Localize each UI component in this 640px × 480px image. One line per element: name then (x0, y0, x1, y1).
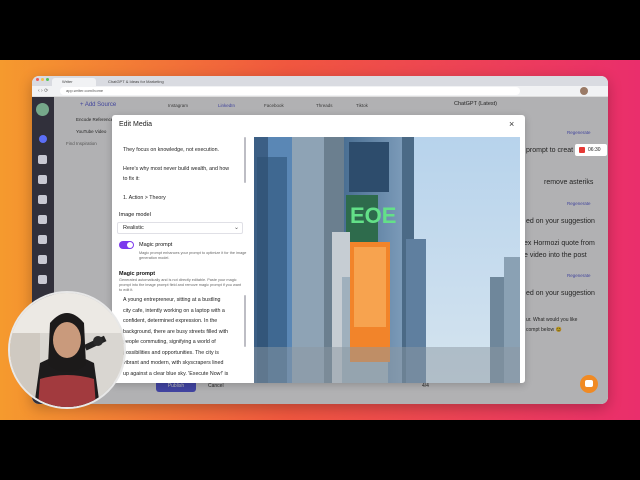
building-sign-text: EOE (350, 203, 396, 228)
magic-prompt-scrollbar[interactable] (244, 295, 246, 347)
magic-prompt-line: background, there are busy streets fille… (123, 328, 229, 335)
image-icon[interactable] (38, 235, 47, 244)
calendar-icon[interactable] (38, 215, 47, 224)
help-chat-button[interactable] (580, 375, 598, 393)
magic-prompt-toggle-label: Magic prompt (139, 242, 173, 248)
bot-icon[interactable] (38, 175, 47, 184)
image-model-value: Realistic (123, 225, 144, 231)
warning-icon[interactable] (38, 255, 47, 264)
address-bar-row: ‹ › ⟳ app.writer.com/home (32, 86, 608, 97)
magic-prompt-line: confident, determined expression. In the (123, 318, 218, 324)
caption-line: Here's why most never build wealth, and … (123, 166, 230, 172)
settings-icon[interactable] (38, 275, 47, 284)
webcam-bubble[interactable] (8, 291, 126, 409)
close-window-icon[interactable] (36, 78, 39, 81)
close-icon[interactable]: × (509, 119, 514, 129)
home-icon[interactable] (39, 135, 47, 143)
edit-media-dialog: Edit Media × They focus on knowledge, no… (112, 115, 525, 383)
app-logo-icon (36, 103, 49, 116)
magic-prompt-note: Generated automatically and is not direc… (119, 278, 241, 292)
browser-tab-0[interactable]: Writer (52, 78, 96, 86)
minimize-window-icon[interactable] (41, 78, 44, 81)
dialog-title: Edit Media (119, 121, 153, 128)
generated-image[interactable]: EOE (254, 137, 520, 383)
magic-prompt-line: people commuting, signifying a world of (123, 339, 216, 345)
caption-line: They focus on knowledge, not execution. (123, 147, 219, 153)
magic-prompt-toggle[interactable] (119, 241, 134, 249)
toggle-knob (127, 242, 133, 248)
caption-scrollbar[interactable] (244, 137, 246, 183)
record-stop-icon[interactable] (579, 147, 585, 153)
recording-time: 06:30 (588, 147, 601, 153)
magic-prompt-line: possibilities and opportunities. The cit… (123, 349, 219, 356)
magic-prompt-line: city cafe, intently working on a laptop … (123, 307, 225, 314)
presenter-video (10, 293, 124, 407)
magic-prompt-line: vibrant and modern, with skyscrapers lin… (123, 360, 224, 366)
chat-bubble-icon (585, 380, 593, 387)
chevron-down-icon: ⌄ (234, 225, 240, 231)
profile-avatar-icon[interactable] (580, 87, 588, 95)
location-icon[interactable] (38, 155, 47, 164)
caption-line: to fix it: (123, 176, 140, 182)
magic-prompt-help: Magic prompt enhances your prompt to opt… (139, 251, 247, 260)
browser-tab-1[interactable]: ChatGPT & Ideas for Marketing (98, 78, 186, 86)
url-input[interactable]: app.writer.com/home (60, 87, 520, 95)
recording-timer[interactable]: 06:30 (575, 144, 607, 156)
folder-icon[interactable] (38, 195, 47, 204)
image-model-label: Image model (119, 212, 151, 218)
maximize-window-icon[interactable] (46, 78, 49, 81)
caption-line: 1. Action > Theory (123, 195, 166, 201)
browser-tab-bar: Writer ChatGPT & Ideas for Marketing (32, 76, 608, 86)
magic-prompt-box[interactable]: A young entrepreneur, sitting at a bustl… (117, 295, 243, 383)
magic-prompt-line: up against a clear blue sky. 'Execute No… (123, 370, 229, 377)
city-street-image: EOE (254, 137, 520, 383)
image-model-select[interactable]: Realistic ⌄ (117, 222, 243, 234)
magic-prompt-line: A young entrepreneur, sitting at a bustl… (123, 297, 221, 303)
media-settings-panel: They focus on knowledge, not execution. … (112, 135, 250, 383)
nav-back-icon[interactable]: ‹ › ⟳ (38, 88, 48, 94)
magic-prompt-heading: Magic prompt (119, 271, 156, 277)
